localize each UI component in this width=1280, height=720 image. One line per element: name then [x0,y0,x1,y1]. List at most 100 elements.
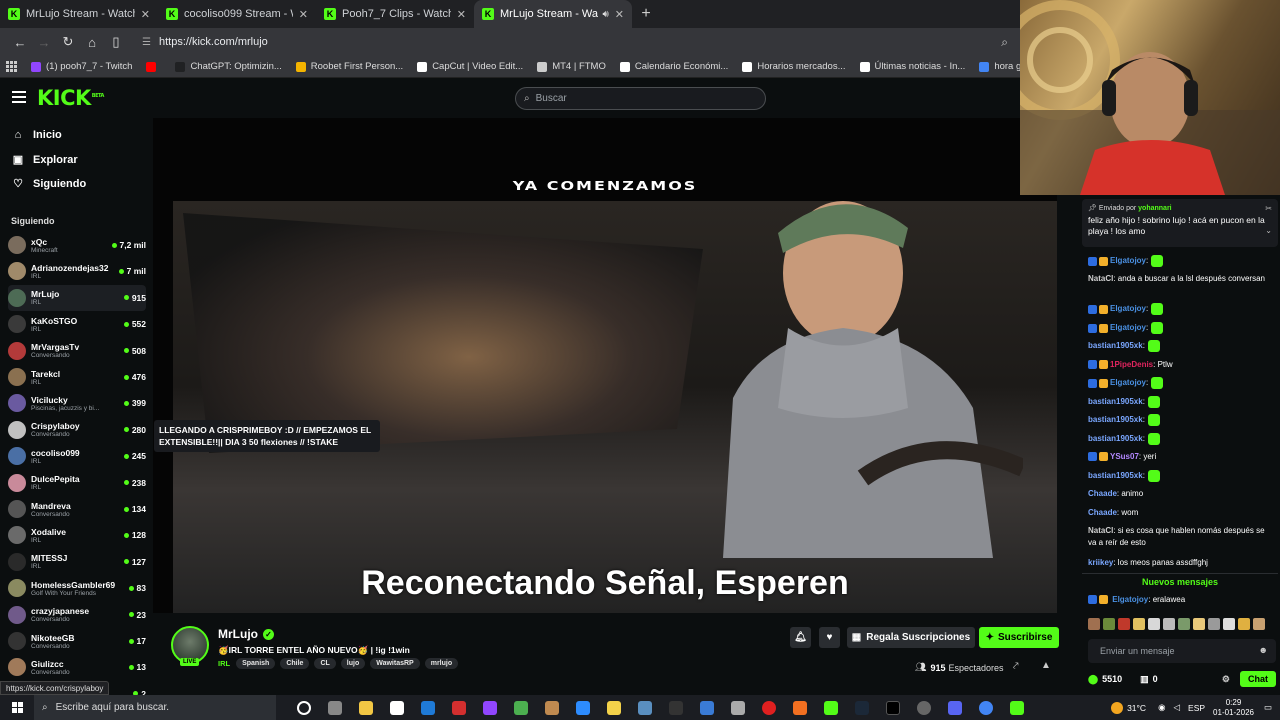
emote-icon[interactable] [1088,618,1100,630]
app-icon[interactable] [792,700,807,715]
emote-icon[interactable] [1253,618,1265,630]
bookmark-item[interactable]: Calendario Económi... [619,61,728,72]
sidebar-channel[interactable]: Crispylaboy Conversando 280 [8,417,146,443]
menu-icon[interactable] [12,91,26,103]
chat-username[interactable]: Elgatojoy [1110,304,1146,313]
bookmark-item[interactable]: Roobet First Person... [295,61,403,72]
chat-input[interactable]: Enviar un mensaje ☻ [1088,639,1276,663]
app-icon[interactable] [916,700,931,715]
browser-tab[interactable]: K Pooh7_7 Clips - Watch Live on ✕ [316,0,474,28]
apps-icon[interactable] [6,60,17,73]
kick-app-icon[interactable] [823,700,838,715]
bookmark-item[interactable]: Últimas noticias - In... [859,61,965,72]
sidebar-channel[interactable]: Xodalive IRL 128 [8,522,146,548]
stream-tag[interactable]: WawitasRP [370,658,420,669]
twitch-icon[interactable] [482,700,497,715]
zoom-icon[interactable]: ⌕ [1001,35,1008,50]
app-icon[interactable] [544,700,559,715]
emote-icon[interactable] [1133,618,1145,630]
network-icon[interactable]: ◉ [1158,702,1165,713]
address-bar[interactable]: ☰ https://kick.com/mrlujo [136,31,1001,53]
capcut-icon[interactable] [668,700,683,715]
chat-username[interactable]: bastian1905xk [1088,471,1143,480]
windows-start-icon[interactable] [0,702,34,713]
chat-username[interactable]: Elgatojoy [1110,378,1146,387]
new-messages-divider[interactable]: Nuevos mensajes [1082,573,1278,587]
chrome-icon[interactable] [978,700,993,715]
streamer-name[interactable]: MrLujo ✓ [218,627,274,641]
clock[interactable]: 0:29 01-01-2026 [1213,698,1254,718]
kick-logo[interactable]: KICKBETA [37,86,104,110]
emote-icon[interactable] [1148,618,1160,630]
taskbar-search[interactable]: ⌕ Escribe aquí para buscar. [34,695,276,720]
settings-icon[interactable] [730,700,745,715]
edge-icon[interactable] [420,700,435,715]
close-icon[interactable]: ✕ [141,8,150,21]
bookmark-item[interactable]: Horarios mercados... [742,61,846,72]
app-icon[interactable] [513,700,528,715]
weather-widget[interactable]: 31°C [1111,701,1146,714]
bookmark-item[interactable] [146,61,161,72]
bookmark-item[interactable]: ChatGPT: Optimizin... [175,61,282,72]
sidebar-channel[interactable]: Tarekcl IRL 476 [8,364,146,390]
bookmark-item[interactable]: MT4 | FTMO [537,61,606,72]
sidebar-channel[interactable]: xQc Minecraft 7,2 mil [8,232,146,258]
gift-subs-button[interactable]: ▦ Regala Suscripciones [847,627,975,648]
stream-tag[interactable]: lujo [340,658,366,669]
sidebar-channel[interactable]: KaKoSTGO IRL 552 [8,311,146,337]
video-player[interactable]: YA COMENZAMOS Reconectando Señal, Espere… [153,118,1057,613]
browser-tab[interactable]: K MrLujo Stream - Watch Live o🔊︎ ✕ [474,0,632,28]
stream-category[interactable]: IRL [218,659,230,668]
reload-icon[interactable]: ↻ [56,30,80,54]
pinned-message[interactable]: 📌︎ Enviado por yohannari feliz año hijo … [1082,199,1278,247]
sidebar-channel[interactable]: Giulizcc Conversando 13 [8,654,146,680]
bookmark-item[interactable]: (1) pooh7_7 - Twitch [31,61,132,72]
chat-username[interactable]: YSus07 [1110,452,1139,461]
home-icon[interactable]: ⌂ [80,30,104,54]
sticky-notes-icon[interactable] [606,700,621,715]
back-icon[interactable]: ← [8,30,32,54]
nav-home[interactable]: ⌂ Inicio [11,129,62,141]
sidebar-channel[interactable]: Adrianozendejas32 IRL 7 mil [8,258,146,284]
new-tab-icon[interactable]: + [632,0,660,28]
sidebar-channel[interactable]: MITESSJ IRL 127 [8,549,146,575]
search-input[interactable]: ⌕ Buscar [515,87,766,110]
nav-following[interactable]: ♡ Siguiendo [11,177,86,191]
chat-username[interactable]: bastian1905xk [1088,415,1143,424]
chat-username[interactable]: Chaade [1088,508,1117,517]
speaker-icon[interactable]: 🔊︎ [602,9,608,20]
zoom-app-icon[interactable] [575,700,590,715]
sidebar-channel[interactable]: MrLujo IRL 915 [8,284,146,311]
browser-tab[interactable]: Kcocoliso099 Stream - Watch Liv ✕ [158,0,316,28]
points-icon[interactable]: ⬤ [1088,674,1098,685]
forward-icon[interactable]: → [32,30,56,54]
close-icon[interactable]: ✕ [615,8,624,21]
emoji-icon[interactable]: ☻ [1259,645,1268,655]
opera-icon[interactable] [761,700,776,715]
sidebar-channel[interactable]: MrVargasTv Conversando 508 [8,338,146,364]
sidebar-channel[interactable]: Mandreva Conversando 134 [8,496,146,522]
app-icon[interactable] [699,700,714,715]
file-explorer-icon[interactable] [358,700,373,715]
discord-icon[interactable] [947,700,962,715]
subscribe-button[interactable]: ✦ Suscribirse [979,627,1059,648]
emote-icon[interactable] [1178,618,1190,630]
chat-username[interactable]: Elgatojoy [1112,595,1148,604]
stream-tag[interactable]: Chile [280,658,310,669]
sidebar-channel[interactable]: NikoteeGB Conversando 17 [8,628,146,654]
emote-icon[interactable] [1238,618,1250,630]
sidebar-channel[interactable]: Vicilucky Piscinas, jacuzzis y bi... 399 [8,390,146,416]
bookmark-item[interactable]: hora gmt - Buscar c... [979,61,1020,72]
browser-tab[interactable]: K MrLujo Stream - Watch Live on ✕ [0,0,158,28]
emote-icon[interactable] [1103,618,1115,630]
sidebar-channel[interactable]: crazyjapanese Conversando 23 [8,602,146,628]
stream-tag[interactable]: CL [314,658,336,669]
chevron-down-icon[interactable]: ⌄ [1265,226,1272,235]
sidebar-channel[interactable]: cocoliso099 IRL 245 [8,443,146,469]
unpin-icon[interactable]: ✂ [1265,204,1272,213]
report-icon[interactable]: ▲ [1041,660,1051,671]
chat-username[interactable]: kriikey [1088,558,1113,567]
close-icon[interactable]: ✕ [299,8,308,21]
send-chat-button[interactable]: Chat [1240,671,1276,687]
emote-icon[interactable] [1118,618,1130,630]
